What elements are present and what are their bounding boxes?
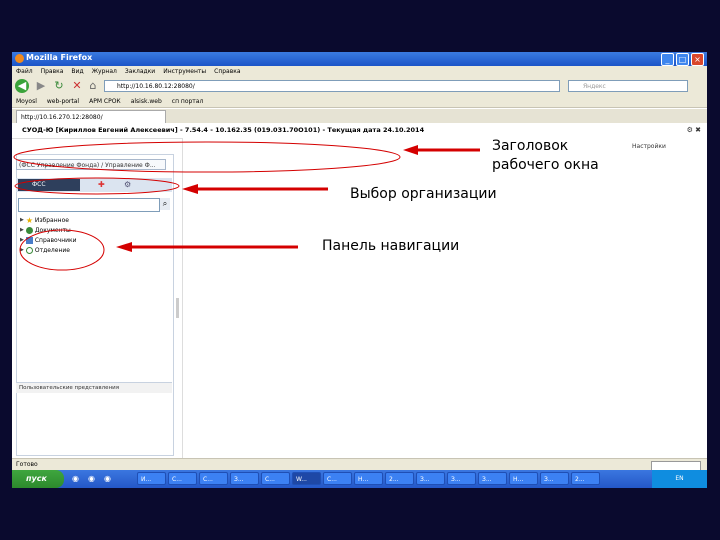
menu-edit[interactable]: Правка <box>41 66 64 77</box>
menu-bar: Файл Правка Вид Журнал Закладки Инструме… <box>12 66 707 77</box>
firefox-icon <box>15 54 24 63</box>
task-button[interactable]: 2... <box>571 472 600 485</box>
menu-view[interactable]: Вид <box>71 66 83 77</box>
settings-button[interactable]: Настройки <box>632 143 666 150</box>
status-text: Готово <box>16 461 38 468</box>
minimize-button[interactable]: _ <box>661 53 674 66</box>
window-title: Mozilla Firefox <box>26 53 93 62</box>
url-input[interactable]: http://10.16.80.12:28080/ <box>104 80 560 92</box>
task-button[interactable]: С... <box>199 472 228 485</box>
task-button[interactable]: 2... <box>385 472 414 485</box>
menu-help[interactable]: Справка <box>214 66 240 77</box>
forward-arrow-icon[interactable]: ▶ <box>34 79 48 93</box>
search-input[interactable]: Яндекс <box>568 80 688 92</box>
bookmark-item[interactable]: web-portal <box>47 96 79 107</box>
menu-tools[interactable]: Инструменты <box>163 66 206 77</box>
menu-history[interactable]: Журнал <box>92 66 117 77</box>
tree-item-favorites[interactable]: ▶ ★ Избранное <box>20 216 69 225</box>
tree-search-input[interactable] <box>18 198 160 212</box>
active-org-tab[interactable]: ФСС (Администра... <box>18 179 80 200</box>
task-button[interactable]: W... <box>292 472 321 485</box>
task-button[interactable]: С... <box>168 472 197 485</box>
tree-item-directories[interactable]: ▶ Справочники <box>20 236 77 245</box>
annotation-org-label: Выбор организации <box>350 186 497 202</box>
task-button[interactable]: З... <box>540 472 569 485</box>
quicklaunch-icon[interactable]: ◉ <box>72 474 79 483</box>
quicklaunch-icon[interactable]: ◉ <box>104 474 111 483</box>
task-button[interactable]: З... <box>230 472 259 485</box>
app-header: СУОД-Ю [Кириллов Евгений Алексеевич] - 7… <box>12 123 707 139</box>
expand-arrow-icon[interactable]: ▶ <box>20 236 24 245</box>
gear-tool-icon[interactable]: ⚙ <box>124 180 131 189</box>
navigation-toolbar: ◀ ▶ ↻ ✕ ⌂ http://10.16.80.12:28080/ Янде… <box>12 77 707 97</box>
task-button[interactable]: Н... <box>509 472 538 485</box>
expand-arrow-icon[interactable]: ▶ <box>20 226 24 235</box>
tree-item-label: Документы <box>34 227 71 234</box>
browser-titlebar: Mozilla Firefox _ □ × <box>12 52 707 66</box>
start-button[interactable]: пуск <box>12 470 64 488</box>
panel-splitter[interactable] <box>176 298 179 318</box>
screenshot-area: Mozilla Firefox _ □ × Файл Правка Вид Жу… <box>12 52 707 488</box>
quicklaunch-icon[interactable]: ◉ <box>88 474 95 483</box>
annotation-nav-label: Панель навигации <box>322 238 460 254</box>
task-button[interactable]: С... <box>261 472 290 485</box>
menu-file[interactable]: Файл <box>16 66 33 77</box>
task-button[interactable]: Н... <box>354 472 383 485</box>
browser-tab[interactable]: http://10.16.270.12:28080/ <box>16 110 166 123</box>
department-icon <box>25 247 33 254</box>
annotation-header-line1: Заголовок <box>492 138 569 154</box>
tree-item-department[interactable]: ▶ Отделение <box>20 246 70 255</box>
documents-icon <box>25 227 33 234</box>
maximize-button[interactable]: □ <box>676 53 689 66</box>
org-selector[interactable]: (ФСС Управление Фонда) / Управление Ф... <box>16 159 166 170</box>
reload-icon[interactable]: ↻ <box>52 79 66 93</box>
system-tray[interactable]: EN <box>652 470 707 488</box>
tree-item-label: Отделение <box>34 247 70 254</box>
taskbar: пуск ◉ ◉ ◉ И... С... С... З... С... W...… <box>12 470 707 488</box>
tree-item-label: Справочники <box>34 237 77 244</box>
status-bar: Готово <box>12 458 707 471</box>
task-button[interactable]: З... <box>416 472 445 485</box>
close-button[interactable]: × <box>691 53 704 66</box>
menu-bookmarks[interactable]: Закладки <box>125 66 155 77</box>
bookmark-item[interactable]: АРМ СРОК <box>89 96 121 107</box>
left-toolbar: ФСС (Администра... ✚ ⚙ <box>16 178 172 200</box>
task-button[interactable]: З... <box>478 472 507 485</box>
header-controls[interactable]: ⚙ ✖ <box>687 126 701 134</box>
directory-icon <box>25 237 33 244</box>
tree-item-documents[interactable]: ▶ Документы <box>20 226 71 235</box>
home-icon[interactable]: ⌂ <box>86 79 100 93</box>
tab-strip: http://10.16.270.12:28080/ <box>12 109 707 123</box>
expand-arrow-icon[interactable]: ▶ <box>20 216 24 225</box>
task-button[interactable]: З... <box>447 472 476 485</box>
tree-item-label: Избранное <box>34 217 69 224</box>
annotation-header-line2: рабочего окна <box>492 157 599 173</box>
search-icon[interactable]: ⌕ <box>160 198 170 210</box>
task-button[interactable]: С... <box>323 472 352 485</box>
header-title: СУОД-Ю [Кириллов Евгений Алексеевич] - 7… <box>22 126 425 134</box>
star-tool-icon[interactable]: ✚ <box>98 180 105 189</box>
expand-arrow-icon[interactable]: ▶ <box>20 246 24 255</box>
star-icon: ★ <box>25 216 34 225</box>
user-views-panel-title[interactable]: Пользовательские представления <box>16 382 172 393</box>
bookmarks-toolbar: Moyosl web-portal АРМ СРОК alsisk.web сп… <box>12 96 707 108</box>
task-list: И... С... С... З... С... W... С... Н... … <box>137 472 600 485</box>
bookmark-item[interactable]: сп портал <box>172 96 204 107</box>
stop-icon[interactable]: ✕ <box>70 79 84 93</box>
back-arrow-icon[interactable]: ◀ <box>15 79 29 93</box>
task-button[interactable]: И... <box>137 472 166 485</box>
bookmark-item[interactable]: Moyosl <box>16 96 37 107</box>
bookmark-item[interactable]: alsisk.web <box>131 96 162 107</box>
